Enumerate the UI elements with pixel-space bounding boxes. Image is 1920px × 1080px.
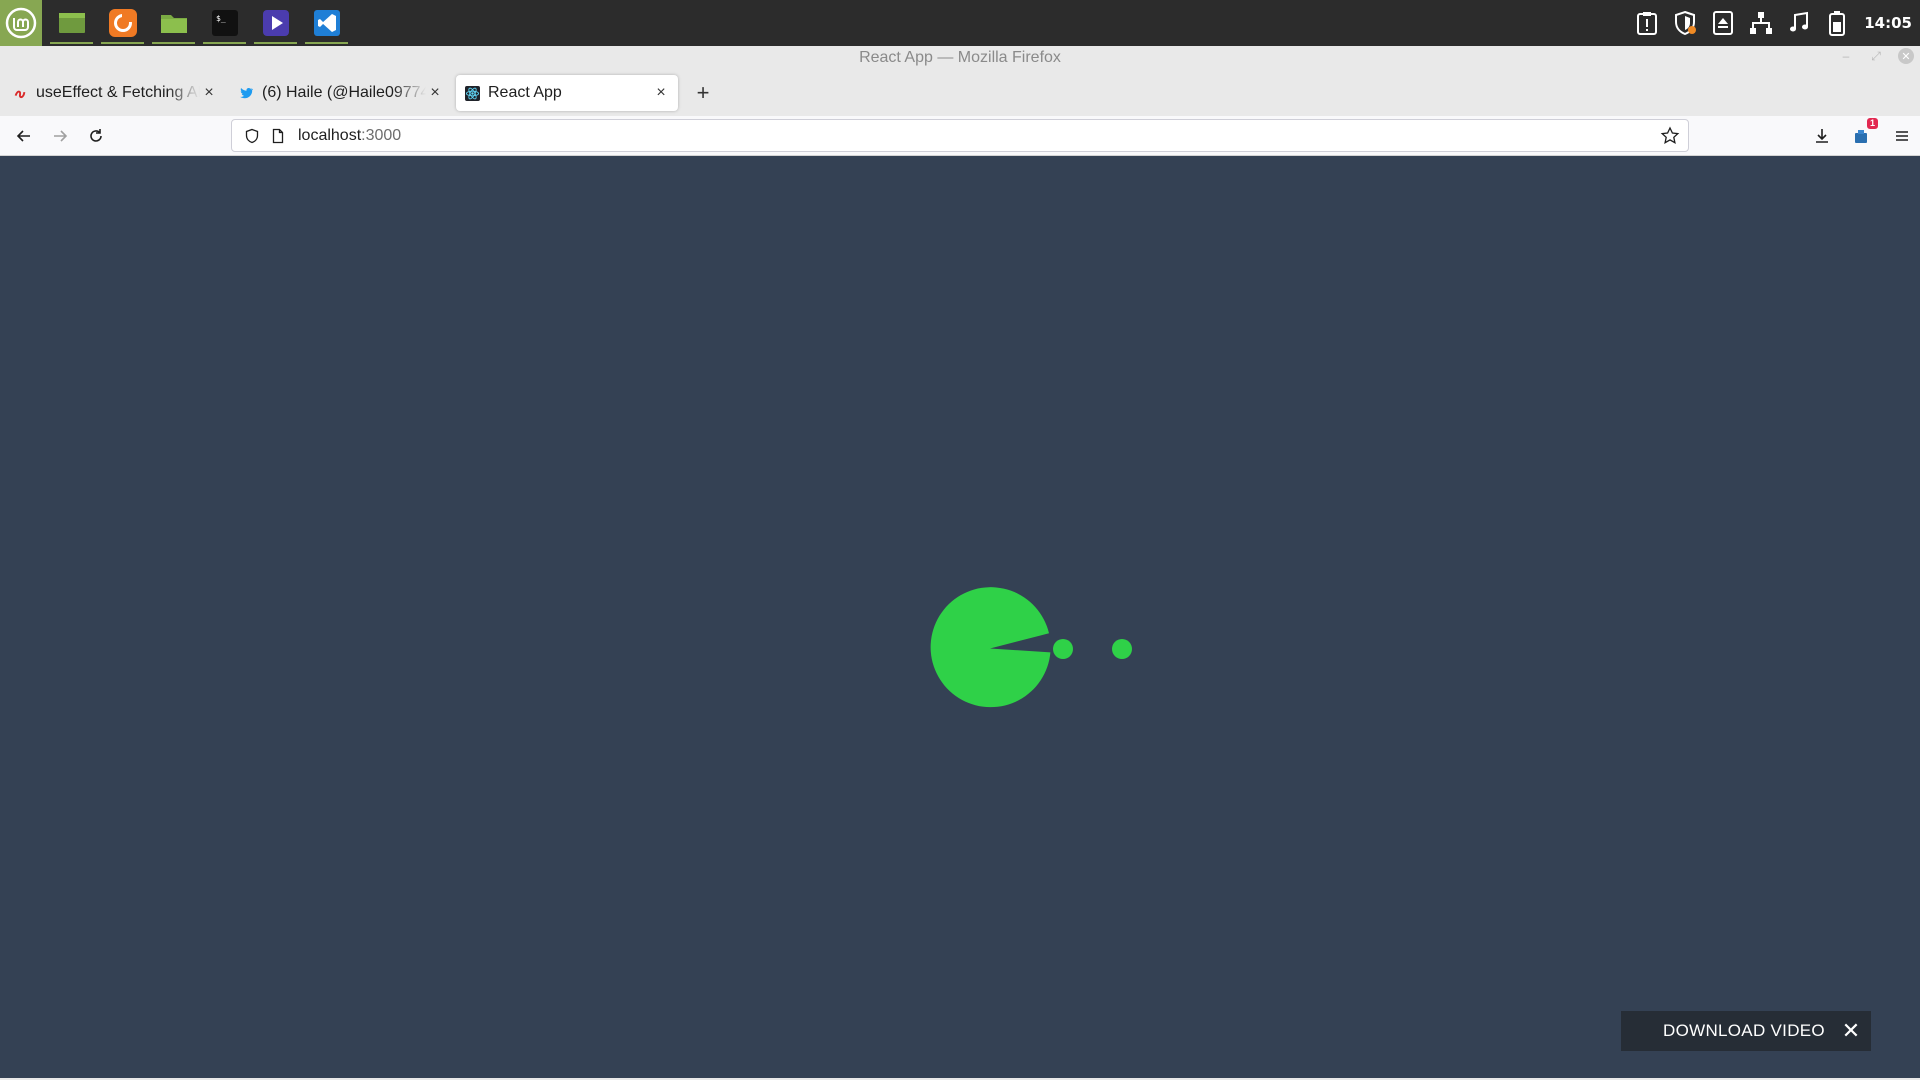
sound-tray[interactable] [1784,8,1814,38]
reload-icon [90,128,102,142]
downloads-button[interactable] [1804,120,1840,152]
url-port: :3000 [361,126,402,144]
download-icon [1816,129,1828,143]
pacman-loader [926,586,1136,716]
minimize-icon: – [1842,49,1850,63]
taskbar-firefox[interactable] [97,0,148,46]
minimize-button[interactable]: – [1838,48,1854,64]
show-desktop-icon [58,13,85,33]
download-video-button[interactable]: DOWNLOAD VIDEO [1663,1021,1825,1041]
pellet [1053,639,1073,659]
download-video-bar[interactable]: DOWNLOAD VIDEO ✕ [1621,1011,1871,1051]
back-arrow-icon [16,129,30,142]
forward-button[interactable] [42,120,78,152]
svg-text:$_: $_ [216,14,226,23]
close-icon: ✕ [1901,50,1911,63]
navigation-toolbar: localhost:3000 1 [0,116,1920,156]
tab-close-button[interactable]: × [426,84,444,102]
extension-button[interactable]: 1 [1844,118,1880,152]
pacman-body [930,587,1051,708]
clipboard-tray[interactable] [1632,8,1662,38]
bookmark-star-icon[interactable] [1660,126,1680,146]
page-content: DOWNLOAD VIDEO ✕ [0,156,1920,1080]
tab-label: (6) Haile (@Haile09774) [262,84,426,101]
network-icon [1750,12,1773,34]
removable-drives-tray[interactable] [1708,8,1738,38]
tab-useeffect[interactable]: useEffect & Fetching API × [4,75,226,111]
hamburger-menu-icon [1896,131,1908,141]
url-host: localhost [298,126,362,144]
taskbar-media-player[interactable] [250,0,301,46]
media-player-icon [262,10,289,36]
window-titlebar[interactable]: React App — Mozilla Firefox – ⤢ ✕ [0,46,1920,70]
back-button[interactable] [6,120,42,152]
plus-icon: + [696,80,710,105]
app-menu-button[interactable] [1884,120,1920,152]
taskbar-files[interactable] [148,0,199,46]
close-icon[interactable]: ✕ [1839,1018,1863,1043]
window-title: React App — Mozilla Firefox [859,49,1061,66]
react-icon [464,85,480,101]
system-panel: $_ 14:05 [0,0,1920,46]
menu-launcher-button[interactable] [0,0,42,46]
clipboard-icon [1637,12,1658,35]
network-tray[interactable] [1746,8,1776,38]
forward-arrow-icon [54,129,68,142]
firefox-icon [108,9,137,37]
twitter-bird-icon [238,85,254,101]
tab-label: useEffect & Fetching API [36,84,200,101]
page-info-icon[interactable] [268,126,288,146]
terminal-icon: $_ [211,10,238,36]
scrimba-icon [12,85,28,101]
tab-close-button[interactable]: × [200,84,218,102]
tab-label: React App [488,84,562,101]
url-bar[interactable]: localhost:3000 [231,119,1689,152]
maximize-icon: ⤢ [1871,48,1881,63]
taskbar-terminal[interactable]: $_ [199,0,250,46]
extension-icon [1855,130,1867,143]
linux-mint-menu-icon [5,7,37,39]
sound-icon [1790,11,1809,32]
taskbar-show-desktop[interactable] [46,0,97,46]
shield-update-icon [1675,10,1697,36]
new-tab-button[interactable]: + [688,78,718,108]
clock[interactable]: 14:05 [1864,14,1912,32]
tracking-shield-icon[interactable] [242,126,262,146]
tab-strip: useEffect & Fetching API × (6) Haile (@H… [0,70,1920,116]
pellet [1112,639,1132,659]
close-window-button[interactable]: ✕ [1898,48,1914,64]
reload-button[interactable] [78,120,114,152]
drive-eject-icon [1713,11,1734,35]
update-manager-tray[interactable] [1670,8,1700,38]
tab-twitter[interactable]: (6) Haile (@Haile09774) × [230,75,452,111]
taskbar-vscode[interactable] [301,0,352,46]
battery-icon [1829,11,1846,36]
battery-tray[interactable] [1822,8,1852,38]
vscode-icon [313,10,340,36]
files-icon [160,15,187,33]
maximize-button[interactable]: ⤢ [1868,48,1884,64]
extension-badge: 1 [1866,118,1878,129]
tab-react-app[interactable]: React App × [456,75,678,111]
tab-close-button[interactable]: × [652,84,670,102]
